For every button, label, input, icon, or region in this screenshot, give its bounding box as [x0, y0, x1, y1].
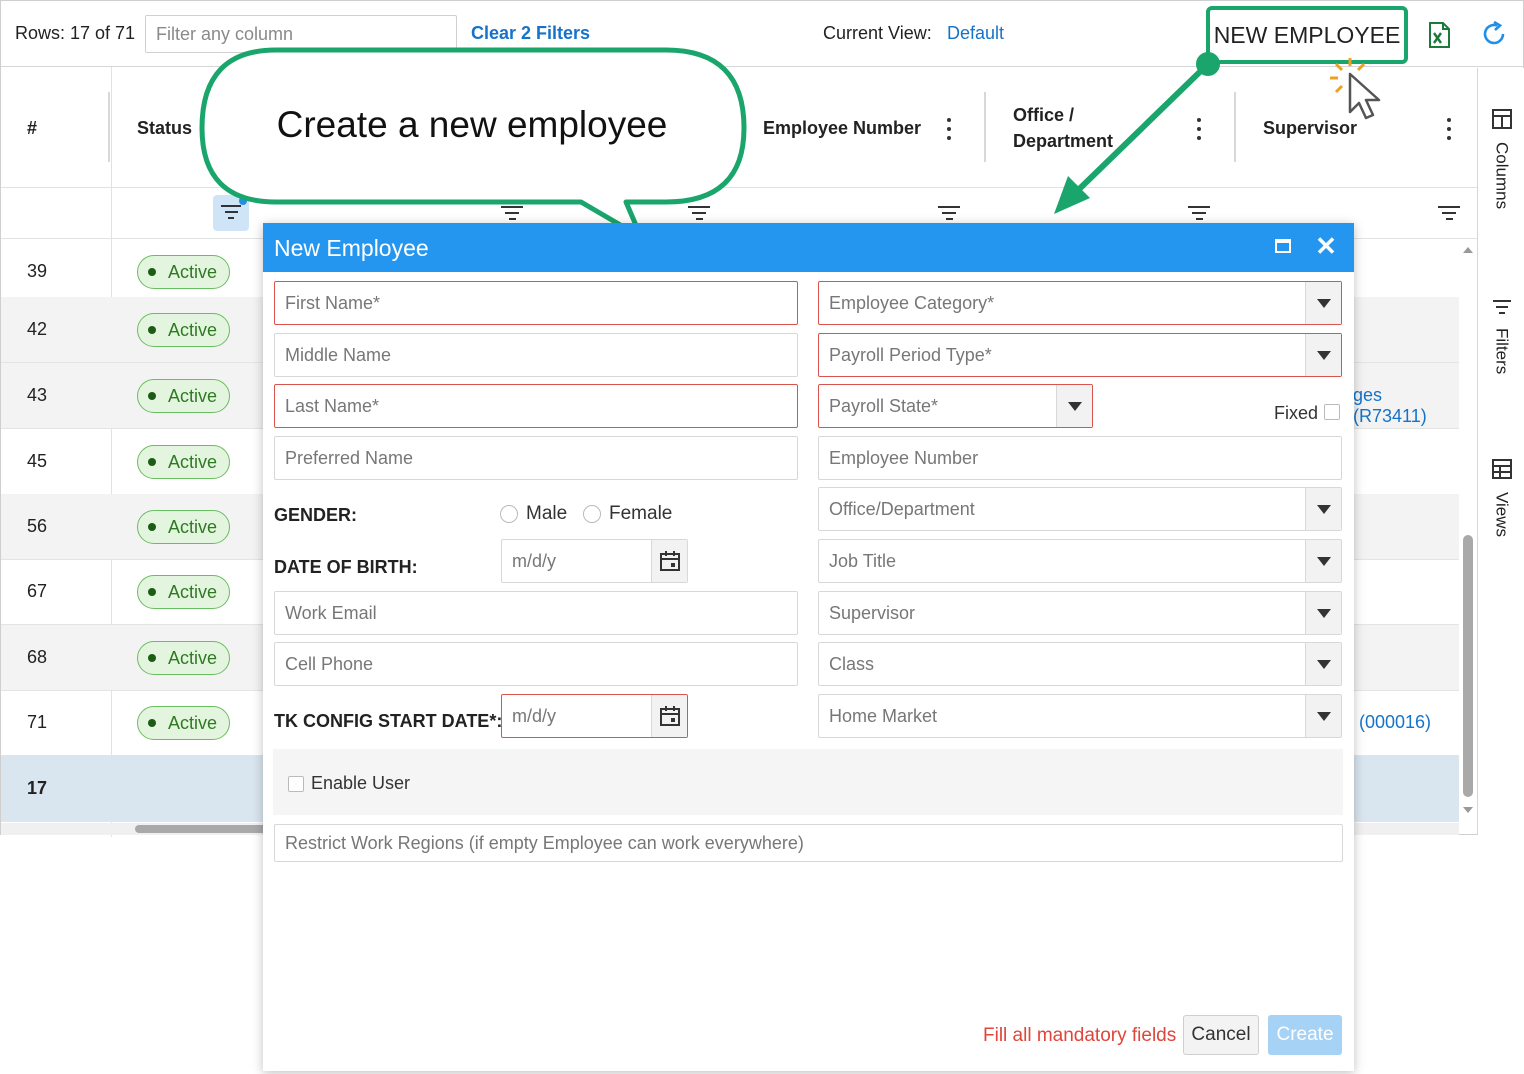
excel-export-icon[interactable] [1425, 21, 1453, 49]
employee-number-field[interactable] [818, 436, 1342, 480]
status-badge: Active [137, 706, 230, 740]
chevron-down-icon[interactable] [1305, 643, 1341, 685]
chevron-down-icon[interactable] [1305, 334, 1341, 376]
office-department-select[interactable]: Office/Department [818, 487, 1342, 531]
dialog-title: New Employee [274, 235, 429, 261]
job-title-select[interactable]: Job Title [818, 539, 1342, 583]
sidebar-item-filters[interactable]: Filters [1478, 298, 1524, 374]
first-name-field[interactable] [274, 281, 798, 325]
sidebar-item-views[interactable]: Views [1478, 458, 1524, 537]
row-number: 43 [27, 385, 48, 405]
home-market-select[interactable]: Home Market [818, 694, 1342, 738]
preferred-name-input[interactable] [285, 447, 797, 469]
scroll-up-icon[interactable] [1459, 243, 1477, 257]
fixed-label: Fixed [1274, 403, 1319, 423]
middle-name-input[interactable] [285, 344, 797, 366]
row-number: 71 [27, 712, 48, 732]
calendar-icon[interactable] [651, 695, 687, 737]
gender-label: GENDER: [274, 505, 358, 525]
header-status[interactable]: Status [137, 68, 192, 188]
pointer-arrow [1054, 52, 1220, 214]
calendar-icon[interactable] [651, 540, 687, 582]
first-name-input[interactable] [285, 292, 797, 314]
current-view-label: Current View: [823, 23, 932, 43]
enable-user-checkbox[interactable] [288, 776, 304, 792]
status-badge: Active [137, 510, 230, 544]
gender-male-radio[interactable]: Male [500, 503, 567, 525]
current-view-link[interactable]: Default [947, 23, 1004, 44]
clear-filters-link[interactable]: Clear 2 Filters [471, 23, 590, 44]
row-number: 42 [27, 319, 48, 339]
supervisor-link[interactable]: ges (R73411) [1353, 385, 1459, 427]
status-badge: Active [137, 575, 230, 609]
date-of-birth-field[interactable] [501, 539, 688, 583]
enable-user-panel: Enable User [273, 749, 1343, 815]
row-number: 56 [27, 516, 48, 536]
row-number: 67 [27, 581, 48, 601]
header-num: # [27, 117, 38, 138]
refresh-icon[interactable] [1479, 19, 1509, 49]
status-badge: Active [137, 313, 230, 347]
status-badge: Active [137, 445, 230, 479]
row-number: 39 [27, 261, 48, 281]
cell-phone-input[interactable] [285, 653, 797, 675]
header-employee-number[interactable]: Employee Number [763, 68, 921, 188]
dialog-header: New Employee ✕ [263, 223, 1354, 272]
chevron-down-icon[interactable] [1305, 488, 1341, 530]
employee-category-select[interactable]: Employee Category* [818, 281, 1342, 325]
restrict-work-regions-field[interactable] [274, 824, 1343, 862]
callout-text: Create a new employee [276, 104, 668, 145]
payroll-period-type-select[interactable]: Payroll Period Type* [818, 333, 1342, 377]
create-button[interactable]: Create [1268, 1015, 1342, 1055]
filters-icon [1492, 300, 1511, 314]
last-name-input[interactable] [285, 395, 797, 417]
work-email-input[interactable] [285, 602, 797, 624]
row-number: 68 [27, 647, 48, 667]
date-of-birth-label: DATE OF BIRTH: [274, 557, 418, 577]
last-name-field[interactable] [274, 384, 798, 428]
supervisor-select[interactable]: Supervisor [818, 591, 1342, 635]
new-employee-dialog: New Employee ✕ GENDER: Male Female DATE … [263, 223, 1354, 1071]
gender-female-radio[interactable]: Female [583, 503, 672, 525]
tk-config-start-date-label: TK CONFIG START DATE*: [274, 711, 503, 731]
sidebar-item-columns[interactable]: Columns [1478, 108, 1524, 209]
supervisor-menu-icon[interactable] [1447, 118, 1451, 140]
chevron-down-icon[interactable] [1305, 282, 1341, 324]
enable-user-label: Enable User [311, 773, 411, 793]
employee-number-input[interactable] [829, 447, 1341, 469]
chevron-down-icon[interactable] [1305, 540, 1341, 582]
columns-icon [1491, 109, 1512, 129]
class-select[interactable]: Class [818, 642, 1342, 686]
middle-name-field[interactable] [274, 333, 798, 377]
cancel-button[interactable]: Cancel [1183, 1015, 1259, 1055]
cell-phone-field[interactable] [274, 642, 798, 686]
grid-sidebar: Columns Filters Views [1477, 68, 1524, 835]
total-count: 17 [27, 778, 48, 798]
close-icon[interactable]: ✕ [1315, 233, 1337, 259]
mouse-cursor-icon [1330, 58, 1381, 120]
views-icon [1491, 459, 1512, 479]
vertical-scrollbar[interactable] [1459, 239, 1477, 823]
maximize-icon[interactable] [1275, 239, 1291, 253]
status-badge: Active [137, 379, 230, 413]
chevron-down-icon[interactable] [1305, 695, 1341, 737]
validation-message: Fill all mandatory fields [983, 1025, 1177, 1046]
payroll-state-select[interactable]: Payroll State* [818, 384, 1093, 428]
supervisor-filter-icon[interactable] [1438, 206, 1460, 222]
supervisor-link[interactable]: (000016) [1359, 712, 1431, 733]
chevron-down-icon[interactable] [1305, 592, 1341, 634]
preferred-name-field[interactable] [274, 436, 798, 480]
status-badge: Active [137, 255, 230, 289]
status-badge: Active [137, 641, 230, 675]
rows-count: Rows: 17 of 71 [15, 23, 136, 43]
tk-config-start-date-field[interactable] [501, 694, 688, 738]
fixed-checkbox[interactable] [1324, 404, 1340, 420]
row-number: 45 [27, 451, 48, 471]
work-email-field[interactable] [274, 591, 798, 635]
employee-number-menu-icon[interactable] [947, 118, 951, 140]
restrict-work-regions-input[interactable] [285, 832, 1342, 854]
scroll-down-icon[interactable] [1459, 803, 1477, 817]
chevron-down-icon[interactable] [1056, 385, 1092, 427]
employee-number-filter-icon[interactable] [938, 206, 960, 222]
